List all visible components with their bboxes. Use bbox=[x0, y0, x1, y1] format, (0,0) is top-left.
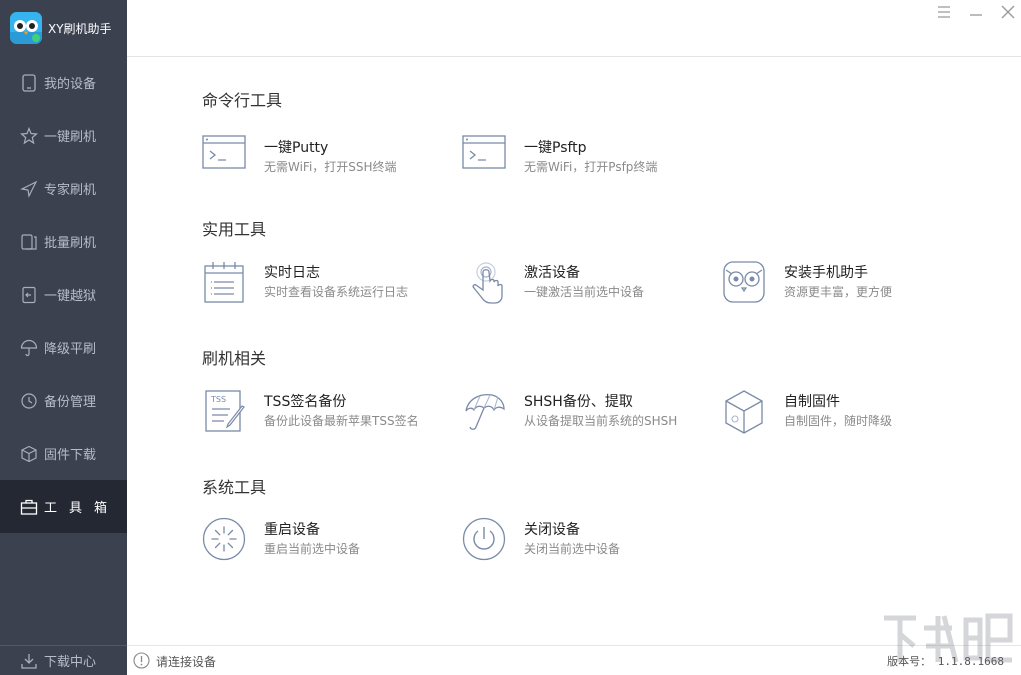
sidebar-item-label: 备份管理 bbox=[44, 395, 97, 410]
brand: XY刷机助手 bbox=[0, 0, 127, 56]
tool-install-assistant[interactable]: 安装手机助手 资源更丰富，更方便 bbox=[722, 260, 962, 310]
close-icon[interactable] bbox=[999, 3, 1017, 21]
sidebar-item-label: 固件下载 bbox=[44, 448, 97, 463]
sidebar-item-label: 我的设备 bbox=[44, 77, 97, 92]
sidebar-item-label: 一键越狱 bbox=[44, 289, 97, 304]
menu-icon[interactable] bbox=[935, 3, 953, 21]
tool-activate-device[interactable]: 激活设备 一键激活当前选中设备 bbox=[462, 260, 702, 310]
tool-title: 自制固件 bbox=[784, 394, 840, 410]
log-icon bbox=[202, 260, 246, 304]
tool-realtime-log[interactable]: 实时日志 实时查看设备系统运行日志 bbox=[202, 260, 442, 310]
sidebar: XY刷机助手 我的设备 一键刷机 专家刷机 批量刷机 一键越狱 降级平刷 备份管… bbox=[0, 0, 127, 675]
terminal-icon bbox=[462, 135, 506, 179]
sidebar-item-label: 批量刷机 bbox=[44, 236, 97, 251]
toolbox-icon bbox=[20, 498, 38, 516]
tool-psftp[interactable]: 一键Psftp 无需WiFi，打开Psfp终端 bbox=[462, 135, 702, 185]
send-icon bbox=[20, 180, 38, 198]
sidebar-item-label: 工具箱 bbox=[44, 501, 120, 516]
power-icon bbox=[462, 517, 506, 561]
sidebar-item-toolbox[interactable]: 工具箱 bbox=[0, 480, 127, 533]
tool-title: 一键Putty bbox=[264, 140, 329, 156]
owl-icon bbox=[722, 260, 766, 304]
tool-desc: 关闭当前选中设备 bbox=[524, 542, 621, 556]
tool-title: 安装手机助手 bbox=[784, 265, 868, 281]
title-bar bbox=[127, 0, 1021, 57]
tool-title: TSS签名备份 bbox=[264, 394, 347, 410]
backup-icon bbox=[20, 392, 38, 410]
sidebar-item-one-click-flash[interactable]: 一键刷机 bbox=[0, 109, 127, 162]
tool-desc: 一键激活当前选中设备 bbox=[524, 285, 645, 299]
tool-tss-backup[interactable]: TSS TSS签名备份 备份此设备最新苹果TSS签名 bbox=[202, 389, 442, 439]
section-title-flash-related: 刷机相关 bbox=[202, 349, 267, 368]
tool-title: SHSH备份、提取 bbox=[524, 394, 633, 410]
tool-restart-device[interactable]: 重启设备 重启当前选中设备 bbox=[202, 517, 442, 567]
tool-desc: 资源更丰富，更方便 bbox=[784, 285, 893, 299]
tool-desc: 备份此设备最新苹果TSS签名 bbox=[264, 414, 419, 428]
section-title-utilities: 实用工具 bbox=[202, 220, 267, 239]
restart-icon bbox=[202, 517, 246, 561]
connection-status: 请连接设备 bbox=[156, 655, 217, 669]
terminal-icon bbox=[202, 135, 246, 179]
info-icon bbox=[133, 652, 150, 669]
sidebar-item-label: 专家刷机 bbox=[44, 183, 97, 198]
tool-title: 关闭设备 bbox=[524, 522, 580, 538]
tool-desc: 从设备提取当前系统的SHSH bbox=[524, 414, 678, 428]
tool-title: 实时日志 bbox=[264, 265, 320, 281]
tool-custom-firmware[interactable]: 自制固件 自制固件，随时降级 bbox=[722, 389, 962, 439]
minimize-icon[interactable] bbox=[967, 3, 985, 21]
cube-icon bbox=[722, 389, 766, 434]
download-icon bbox=[20, 652, 38, 670]
cube-icon bbox=[20, 445, 38, 463]
section-title-command-line: 命令行工具 bbox=[202, 91, 283, 110]
jailbreak-icon bbox=[20, 286, 38, 304]
tool-desc: 实时查看设备系统运行日志 bbox=[264, 285, 409, 299]
owl-logo-icon bbox=[10, 12, 42, 44]
sidebar-item-firmware-download[interactable]: 固件下载 bbox=[0, 427, 127, 480]
tool-title: 重启设备 bbox=[264, 522, 320, 538]
sidebar-nav: 我的设备 一键刷机 专家刷机 批量刷机 一键越狱 降级平刷 备份管理 固件下载 … bbox=[0, 56, 127, 533]
tool-desc: 无需WiFi，打开Psfp终端 bbox=[524, 160, 658, 174]
batch-device-icon bbox=[20, 233, 38, 251]
umbrella-icon bbox=[20, 339, 38, 357]
umbrella-icon bbox=[462, 389, 506, 433]
tool-desc: 自制固件，随时降级 bbox=[784, 414, 893, 428]
sidebar-item-my-device[interactable]: 我的设备 bbox=[0, 56, 127, 109]
version-label: 版本号： 1.1.8.1668 bbox=[887, 655, 1004, 668]
tool-desc: 无需WiFi，打开SSH终端 bbox=[264, 160, 397, 174]
status-bar: 请连接设备 版本号： 1.1.8.1668 bbox=[127, 645, 1021, 675]
tss-icon: TSS bbox=[202, 389, 246, 433]
tool-shutdown-device[interactable]: 关闭设备 关闭当前选中设备 bbox=[462, 517, 702, 567]
star-refresh-icon bbox=[20, 126, 38, 145]
sidebar-item-label: 下载中心 bbox=[44, 655, 97, 670]
device-icon bbox=[20, 73, 38, 92]
toolbox-panel: 命令行工具 一键Putty 无需WiFi，打开SSH终端 一键Psftp 无需W… bbox=[127, 57, 1021, 645]
touch-icon bbox=[462, 260, 506, 304]
app-title: XY刷机助手 bbox=[48, 21, 112, 36]
sidebar-item-expert-flash[interactable]: 专家刷机 bbox=[0, 162, 127, 215]
section-title-system-tools: 系统工具 bbox=[202, 478, 267, 497]
sidebar-item-batch-flash[interactable]: 批量刷机 bbox=[0, 215, 127, 268]
sidebar-item-downgrade[interactable]: 降级平刷 bbox=[0, 321, 127, 374]
sidebar-item-download-center[interactable]: 下载中心 bbox=[0, 645, 127, 675]
sidebar-item-label: 降级平刷 bbox=[44, 342, 97, 357]
sidebar-item-jailbreak[interactable]: 一键越狱 bbox=[0, 268, 127, 321]
tool-desc: 重启当前选中设备 bbox=[264, 542, 361, 556]
tool-shsh-backup[interactable]: SHSH备份、提取 从设备提取当前系统的SHSH bbox=[462, 389, 702, 439]
svg-text:TSS: TSS bbox=[210, 395, 226, 404]
tool-title: 一键Psftp bbox=[524, 140, 587, 156]
sidebar-item-backup[interactable]: 备份管理 bbox=[0, 374, 127, 427]
tool-title: 激活设备 bbox=[524, 265, 580, 281]
tool-putty[interactable]: 一键Putty 无需WiFi，打开SSH终端 bbox=[202, 135, 442, 185]
sidebar-item-label: 一键刷机 bbox=[44, 130, 97, 145]
